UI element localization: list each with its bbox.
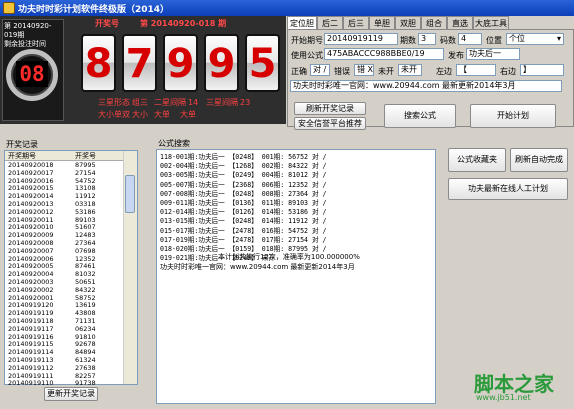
right-label: 右边 xyxy=(500,67,516,76)
formula-line: 005-007期:功夫后一 【2368】 006期: 12352 对 / xyxy=(160,180,327,189)
stat-label: 三星形态 xyxy=(98,98,130,107)
miss-input[interactable]: 未开 xyxy=(398,64,422,76)
header-number[interactable]: 开奖号 xyxy=(75,151,96,161)
refresh-analysis-button[interactable]: 刷新开奖记录 xyxy=(294,102,366,115)
position-select[interactable]: 个位 ▾ xyxy=(506,33,564,45)
stat-label: 二星间隔 xyxy=(154,98,186,107)
search-formula-button[interactable]: 搜索公式 xyxy=(384,104,456,128)
correct-input[interactable]: 对 / xyxy=(310,64,330,76)
tab-zhixuan[interactable]: 直选 xyxy=(447,16,473,30)
tab-dandan[interactable]: 单胆 xyxy=(369,16,395,30)
draw-stats: 三星形态 组三 二星间隔 14 三星间隔 23 大小单双 大小 大单 大单 xyxy=(98,97,284,121)
watermark-url: www.jb51.net xyxy=(476,393,531,402)
code-count-input[interactable]: 4 xyxy=(458,33,482,45)
draw-digit-2: 7 xyxy=(122,34,157,92)
position-value: 个位 xyxy=(509,34,525,43)
records-scroll-thumb[interactable] xyxy=(125,175,135,213)
code-count-label: 码数 xyxy=(440,36,456,45)
formula-input[interactable]: 475ABACCC988BBE0/19 xyxy=(324,48,444,60)
tab-zuhe[interactable]: 组合 xyxy=(421,16,447,30)
formula-line: 012-014期:功夫后一 【0126】 014期: 53186 对 / xyxy=(160,208,327,217)
formula-line: 015-017期:功夫后一 【2478】 016期: 54752 对 / xyxy=(160,226,327,235)
countdown-issue: 第 20140920-019期 xyxy=(4,22,52,39)
draw-issue: 第 20140920-018 期 xyxy=(140,19,227,28)
stat-label: 三星间隔 xyxy=(206,98,238,107)
draw-digit-4: 9 xyxy=(204,34,239,92)
countdown-text: 第 20140920-019期 剩余投注时间 xyxy=(4,22,62,49)
formula-summary: 本计划共执行12次，准确率为100.000000% xyxy=(218,253,360,261)
formula-search-label: 公式搜索 xyxy=(158,139,190,148)
tab-housan[interactable]: 后三 xyxy=(343,16,369,30)
records-header: 开奖期号 开奖号 xyxy=(5,151,123,161)
miss-label: 未开 xyxy=(378,67,394,76)
periods-input[interactable]: 3 xyxy=(418,33,436,45)
stat-value: 14 xyxy=(188,98,199,107)
author-input[interactable]: 功夫后一 xyxy=(466,48,520,60)
draw-label: 开奖号 xyxy=(95,19,119,28)
draw-digit-5: 5 xyxy=(245,34,280,92)
stat-value: 大单 xyxy=(180,110,196,119)
formula-line: 003-005期:功夫后一 【0249】 004期: 81012 对 / xyxy=(160,171,327,180)
update-records-button[interactable]: 更新开奖记录 xyxy=(44,387,98,401)
formula-footer: 本计划共执行12次，准确率为100.000000% 功夫时时彩唯一官网：www.… xyxy=(160,253,432,272)
tab-houer[interactable]: 后二 xyxy=(317,16,343,30)
draw-digit-3: 9 xyxy=(163,34,198,92)
header-issue[interactable]: 开奖期号 xyxy=(8,151,36,161)
records-label: 开奖记录 xyxy=(6,140,38,149)
formula-label: 使用公式 xyxy=(291,51,323,60)
formula-line: 007-008期:功夫后一 【0248】 008期: 27364 对 / xyxy=(160,189,327,198)
stat-value: 组三 xyxy=(132,98,148,107)
security-platform-button[interactable]: 安全信誉平台推荐 xyxy=(294,117,366,130)
formula-lines: 118-001期:功夫后一 【0248】 001期: 56752 对 /002-… xyxy=(160,153,432,263)
formula-site: 功夫时时彩唯一官网：www.20944.com 最新更新2014年3月 xyxy=(160,262,355,271)
formula-line: 013-015期:功夫后一 【0248】 014期: 11912 对 / xyxy=(160,217,327,226)
wrong-label: 错误 xyxy=(334,67,350,76)
periods-label: 期数 xyxy=(400,36,416,45)
correct-label: 正确 xyxy=(291,67,307,76)
stat-value: 23 xyxy=(240,98,251,107)
left-input[interactable]: 【 xyxy=(456,64,496,76)
issue-label: 开始期号 xyxy=(291,36,323,45)
formula-line: 002-004期:功夫后一 【1268】 002期: 84322 对 / xyxy=(160,162,327,171)
records-rows: 20140920018 87995 20140920017 27154 20140920… xyxy=(5,161,123,388)
countdown-seconds: 08 xyxy=(16,61,48,87)
stat-value: 大单 xyxy=(154,110,170,119)
tab-strip: 定位胆 后二 后三 单胆 双胆 组合 直选 大底工具 xyxy=(287,16,574,31)
draw-digit-1: 8 xyxy=(81,34,116,92)
app-icon xyxy=(3,2,15,14)
manual-plan-button[interactable]: 功夫最新在线人工计划 xyxy=(448,178,568,200)
stat-label: 大小单双 xyxy=(98,110,130,119)
ad-banner[interactable]: 功夫时时彩唯一官网：www.20944.com 最新更新2014年3月 xyxy=(290,80,562,92)
chevron-down-icon: ▾ xyxy=(556,34,561,43)
author-label: 发布 xyxy=(448,51,464,60)
issue-input[interactable]: 20140919119 xyxy=(324,33,398,45)
formula-line: 017-019期:功夫后一 【2478】 017期: 27154 对 / xyxy=(160,235,327,244)
formula-line: 118-001期:功夫后一 【0248】 001期: 56752 对 / xyxy=(160,153,327,161)
stat-value: 大小 xyxy=(132,110,148,119)
start-plan-button[interactable]: 开始计划 xyxy=(470,104,556,128)
tab-shuangdan[interactable]: 双胆 xyxy=(395,16,421,30)
window-title: 功夫时时彩计划软件终极版（2014） xyxy=(18,5,170,15)
favorites-button[interactable]: 公式收藏夹 xyxy=(448,148,506,172)
tab-dadi-tools[interactable]: 大底工具 xyxy=(473,16,509,30)
left-label: 左边 xyxy=(436,67,452,76)
countdown-label: 剩余投注时间 xyxy=(4,40,46,48)
wrong-input[interactable]: 错 X xyxy=(354,64,374,76)
right-input[interactable]: 】 xyxy=(520,64,564,76)
auto-refresh-button[interactable]: 刷新自动完成 xyxy=(510,148,568,172)
title-bar[interactable]: 功夫时时彩计划软件终极版（2014） xyxy=(0,0,574,16)
position-label: 位置 xyxy=(486,36,502,45)
formula-line: 009-011期:功夫后一 【0136】 011期: 89103 对 / xyxy=(160,198,327,207)
